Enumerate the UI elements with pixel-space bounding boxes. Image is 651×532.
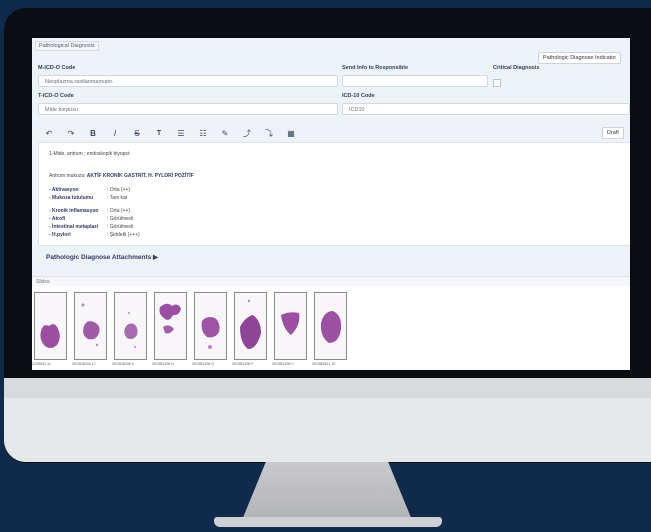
- tissue-image: [281, 312, 300, 335]
- row-key: - Mukoza tutulumu: [49, 195, 94, 201]
- editor-row: - Mukoza tutulumu : Tam kat: [49, 195, 127, 201]
- row-value: : Tam kat: [107, 195, 128, 201]
- tissue-image: [124, 311, 138, 349]
- attachments-toggle[interactable]: Pathologic Diagnose Attachments ▶: [46, 253, 158, 261]
- redo-icon[interactable]: ↷: [66, 129, 76, 138]
- micd-input[interactable]: Neoplazma rastlanmamıştır.: [38, 75, 338, 87]
- slide-label: 2019B1306 F: [232, 362, 254, 366]
- slide-thumbnail[interactable]: [74, 292, 107, 360]
- slide-label: 2019H5036 II: [112, 362, 134, 366]
- editor-line: 1-Mide, antrum ; endoskopik biyopsi:: [49, 151, 131, 157]
- row-value: : Görülmedi: [107, 224, 133, 230]
- row-key: - İntestinal metaplazi: [49, 224, 99, 230]
- row-value: : Görülmedi: [107, 216, 133, 222]
- editor-row: - Aktivasyon : Orta (++): [49, 187, 130, 193]
- tissue-image: [240, 299, 261, 349]
- numbered-list-icon[interactable]: ☷: [198, 129, 208, 138]
- icd10-label: ICD-10 Code: [342, 93, 375, 99]
- row-key: - Atrofi: [49, 216, 66, 222]
- bullet-list-icon[interactable]: ☰: [176, 129, 186, 138]
- slide-thumbnail[interactable]: [314, 292, 347, 360]
- row-key: - Aktivasyon: [49, 187, 79, 193]
- ticd-label: T-ICD-O Code: [38, 93, 74, 99]
- slide-label: 2019B1306 H: [152, 362, 174, 366]
- slide-thumbnail[interactable]: [234, 292, 267, 360]
- tissue-image: [40, 324, 60, 348]
- row-value: : Orta (++): [107, 208, 131, 214]
- text-format-icon[interactable]: T: [154, 130, 164, 137]
- app-screen: Pathological Diagnosis Pathologic Diagno…: [32, 38, 630, 370]
- line-up-icon[interactable]: ⤴: [242, 128, 252, 139]
- slide-thumbnail[interactable]: [34, 292, 67, 360]
- draft-button[interactable]: Draft: [602, 127, 624, 139]
- tab-pathological-diagnosis[interactable]: Pathological Diagnosis: [35, 41, 99, 51]
- slide-label: 2019B1306 C: [272, 362, 294, 366]
- row-key: - H.pylori: [49, 232, 71, 238]
- editor-text: Antrum mukoza:: [49, 173, 86, 179]
- diagnosis-panel: Pathological Diagnosis Pathologic Diagno…: [32, 38, 630, 276]
- row-value: : Orta (++): [107, 187, 131, 193]
- slide-label: 2019B2811 1E: [312, 362, 336, 366]
- monitor-stand-neck: [242, 462, 412, 520]
- tissue-image: [159, 303, 181, 334]
- slide-thumbnail[interactable]: [194, 292, 227, 360]
- slides-header: Slides: [32, 276, 630, 286]
- send-info-input[interactable]: [342, 75, 488, 87]
- icd10-input[interactable]: ICD10: [342, 103, 630, 115]
- slide-thumbnail[interactable]: [114, 292, 147, 360]
- table-icon[interactable]: ▦: [286, 129, 296, 138]
- editor-row: - Kronik inflamasyon : Orta (++): [49, 208, 130, 214]
- monitor-chin-lower: [4, 398, 651, 462]
- tissue-image: [201, 317, 220, 349]
- micd-label: M-ICD-O Code: [38, 65, 76, 71]
- slide-thumbnail[interactable]: [274, 292, 307, 360]
- editor-bold-text: AKTİF KRONİK GASTRİT, H. PYLORİ POZİTİF: [86, 173, 194, 179]
- slide-label: 2019B1306 G: [192, 362, 215, 366]
- bold-icon[interactable]: B: [88, 129, 98, 138]
- critical-diagnosis-checkbox[interactable]: [493, 79, 501, 87]
- strikethrough-icon[interactable]: S: [132, 129, 142, 138]
- line-down-icon[interactable]: ⤵: [264, 128, 274, 139]
- attachments-label: Pathologic Diagnose Attachments: [46, 254, 152, 261]
- editor-row: - İntestinal metaplazi : Görülmedi: [49, 224, 133, 230]
- ticd-input[interactable]: Mide korpusu: [38, 103, 338, 115]
- diagnose-indicator-button[interactable]: Pathologic Diagnose Indicator: [538, 52, 622, 64]
- diagnosis-editor[interactable]: 1-Mide, antrum ; endoskopik biyopsi: Ant…: [38, 142, 630, 246]
- slides-gallery: 2229541 1L 2019H5036 1J 2019H5036 II 201…: [32, 286, 630, 370]
- brush-icon[interactable]: ✎: [220, 129, 230, 138]
- italic-icon[interactable]: I: [110, 129, 120, 138]
- monitor-stand-base: [214, 517, 442, 527]
- tissue-image: [320, 311, 342, 343]
- slide-label: 2229541 1L: [32, 362, 51, 366]
- critical-diagnosis-label: Critical Diagnosis: [493, 65, 540, 71]
- tissue-image: [81, 303, 100, 347]
- editor-row: - H.pylori : Şiddetli (+++): [49, 232, 140, 238]
- editor-line: Antrum mukoza: AKTİF KRONİK GASTRİT, H. …: [49, 173, 194, 179]
- caret-right-icon: ▶: [153, 254, 159, 261]
- row-value: : Şiddetli (+++): [107, 232, 140, 238]
- slide-label: 2019H5036 1J: [72, 362, 96, 366]
- undo-icon[interactable]: ↶: [44, 129, 54, 138]
- send-info-label: Send Info to Responsible: [342, 65, 409, 71]
- editor-toolbar: ↶ ↷ B I S T ☰ ☷ ✎ ⤴ ⤵ ▦: [44, 127, 296, 139]
- slide-thumbnail[interactable]: [154, 292, 187, 360]
- editor-row: - Atrofi : Görülmedi: [49, 216, 133, 222]
- row-key: - Kronik inflamasyon: [49, 208, 99, 214]
